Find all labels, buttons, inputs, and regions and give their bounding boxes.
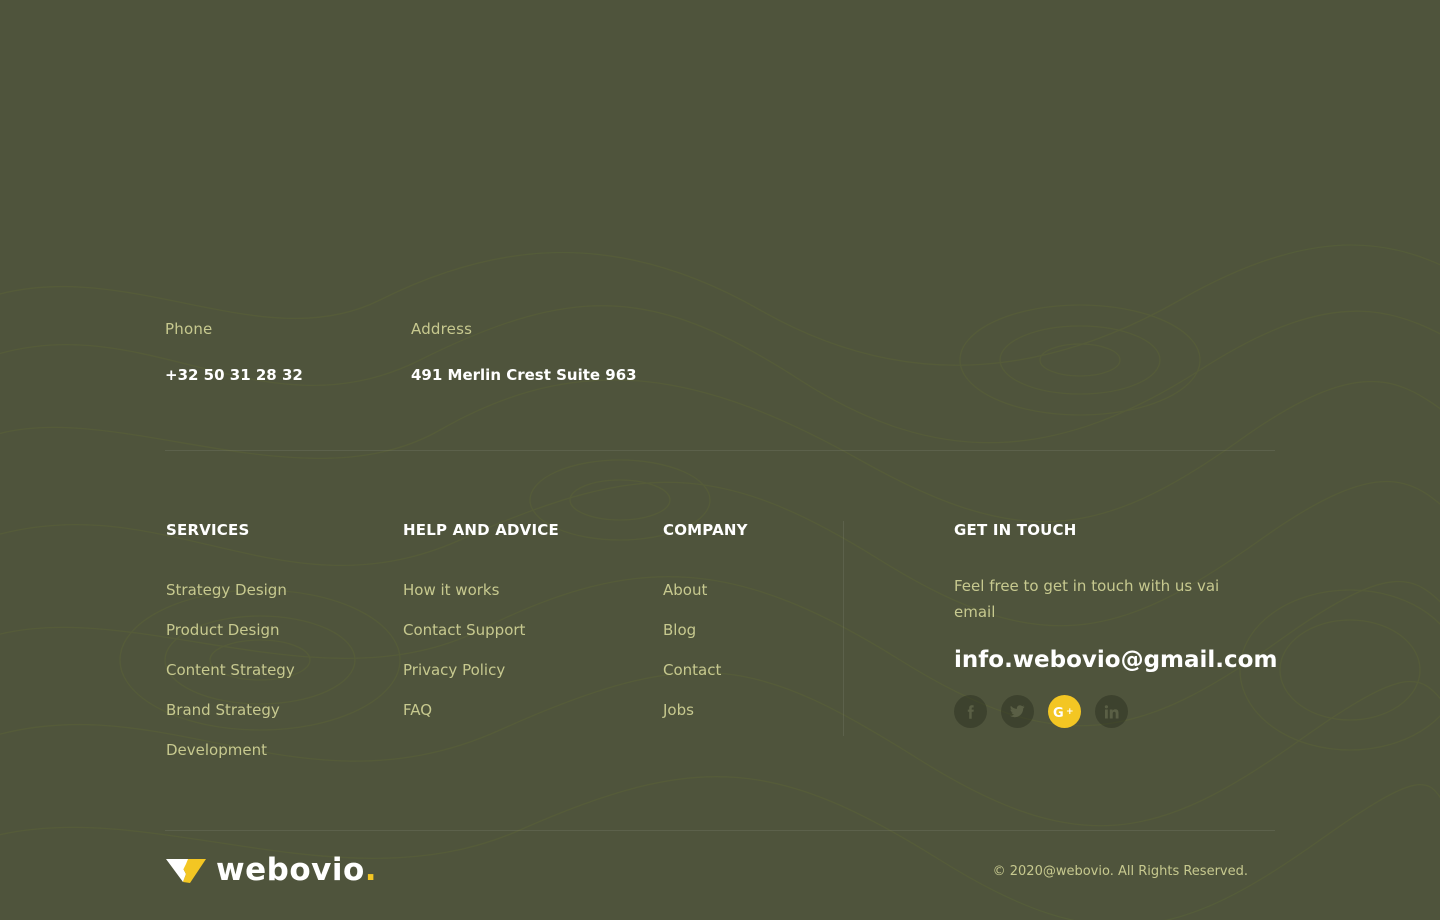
help-link-faq[interactable]: FAQ [403, 699, 559, 739]
copyright-text: © 2020@webovio. All Rights Reserved. [992, 864, 1248, 879]
linkedin-icon [1104, 704, 1118, 718]
contact-email-link[interactable]: info.webovio@gmail.com [954, 647, 1277, 673]
linkedin-button[interactable] [1095, 695, 1128, 728]
help-link-how-it-works[interactable]: How it works [403, 579, 559, 619]
help-column: HELP AND ADVICE How it works Contact Sup… [403, 521, 559, 739]
column-separator [843, 521, 844, 736]
help-link-contact-support[interactable]: Contact Support [403, 619, 559, 659]
services-link-content-strategy[interactable]: Content Strategy [166, 659, 295, 699]
services-list: Strategy Design Product Design Content S… [166, 579, 295, 779]
divider-bottom [165, 830, 1275, 831]
brand-dot: . [364, 852, 378, 888]
twitter-icon [1010, 705, 1025, 718]
company-link-about[interactable]: About [663, 579, 748, 619]
google-plus-icon: G + [1053, 706, 1074, 720]
services-link-strategy-design[interactable]: Strategy Design [166, 579, 295, 619]
get-in-touch-text: Feel free to get in touch with us vai em… [954, 577, 1220, 621]
company-list: About Blog Contact Jobs [663, 579, 748, 739]
webovio-logo-icon [166, 859, 206, 883]
help-title: HELP AND ADVICE [403, 521, 559, 539]
phone-number[interactable]: +32 50 31 28 32 [165, 366, 303, 384]
services-link-development[interactable]: Development [166, 739, 295, 779]
company-link-jobs[interactable]: Jobs [663, 699, 748, 739]
get-in-touch-title: GET IN TOUCH [954, 521, 1077, 539]
get-in-touch-column: GET IN TOUCH Feel free to get in touch w… [954, 521, 1277, 728]
help-list: How it works Contact Support Privacy Pol… [403, 579, 559, 739]
company-link-blog[interactable]: Blog [663, 619, 748, 659]
company-title: COMPANY [663, 521, 748, 539]
company-link-contact[interactable]: Contact [663, 659, 748, 699]
address-value: 491 Merlin Crest Suite 963 [411, 366, 637, 384]
divider-top [165, 450, 1275, 451]
facebook-button[interactable] [954, 695, 987, 728]
brand-name: webovio. [216, 852, 378, 888]
google-plus-button[interactable]: G + [1048, 695, 1081, 728]
svg-text:G: G [1053, 706, 1064, 720]
footer-page: Phone +32 50 31 28 32 Address 491 Merlin… [0, 0, 1440, 920]
services-column: SERVICES Strategy Design Product Design … [166, 521, 295, 779]
twitter-button[interactable] [1001, 695, 1034, 728]
address-label: Address [411, 320, 473, 338]
services-title: SERVICES [166, 521, 250, 539]
address-block: Address 491 Merlin Crest Suite 963 [411, 320, 637, 384]
services-link-product-design[interactable]: Product Design [166, 619, 295, 659]
company-column: COMPANY About Blog Contact Jobs [663, 521, 748, 739]
services-link-brand-strategy[interactable]: Brand Strategy [166, 699, 295, 739]
svg-text:+: + [1066, 707, 1074, 717]
phone-label: Phone [165, 320, 213, 338]
footer-bottom-bar: webovio. © 2020@webovio. All Rights Rese… [165, 855, 1275, 889]
social-links: G + [954, 695, 1277, 728]
brand-logo[interactable]: webovio. [166, 852, 378, 888]
phone-block: Phone +32 50 31 28 32 [165, 320, 303, 384]
facebook-icon [967, 704, 974, 719]
help-link-privacy-policy[interactable]: Privacy Policy [403, 659, 559, 699]
brand-name-text: webovio [216, 852, 365, 888]
